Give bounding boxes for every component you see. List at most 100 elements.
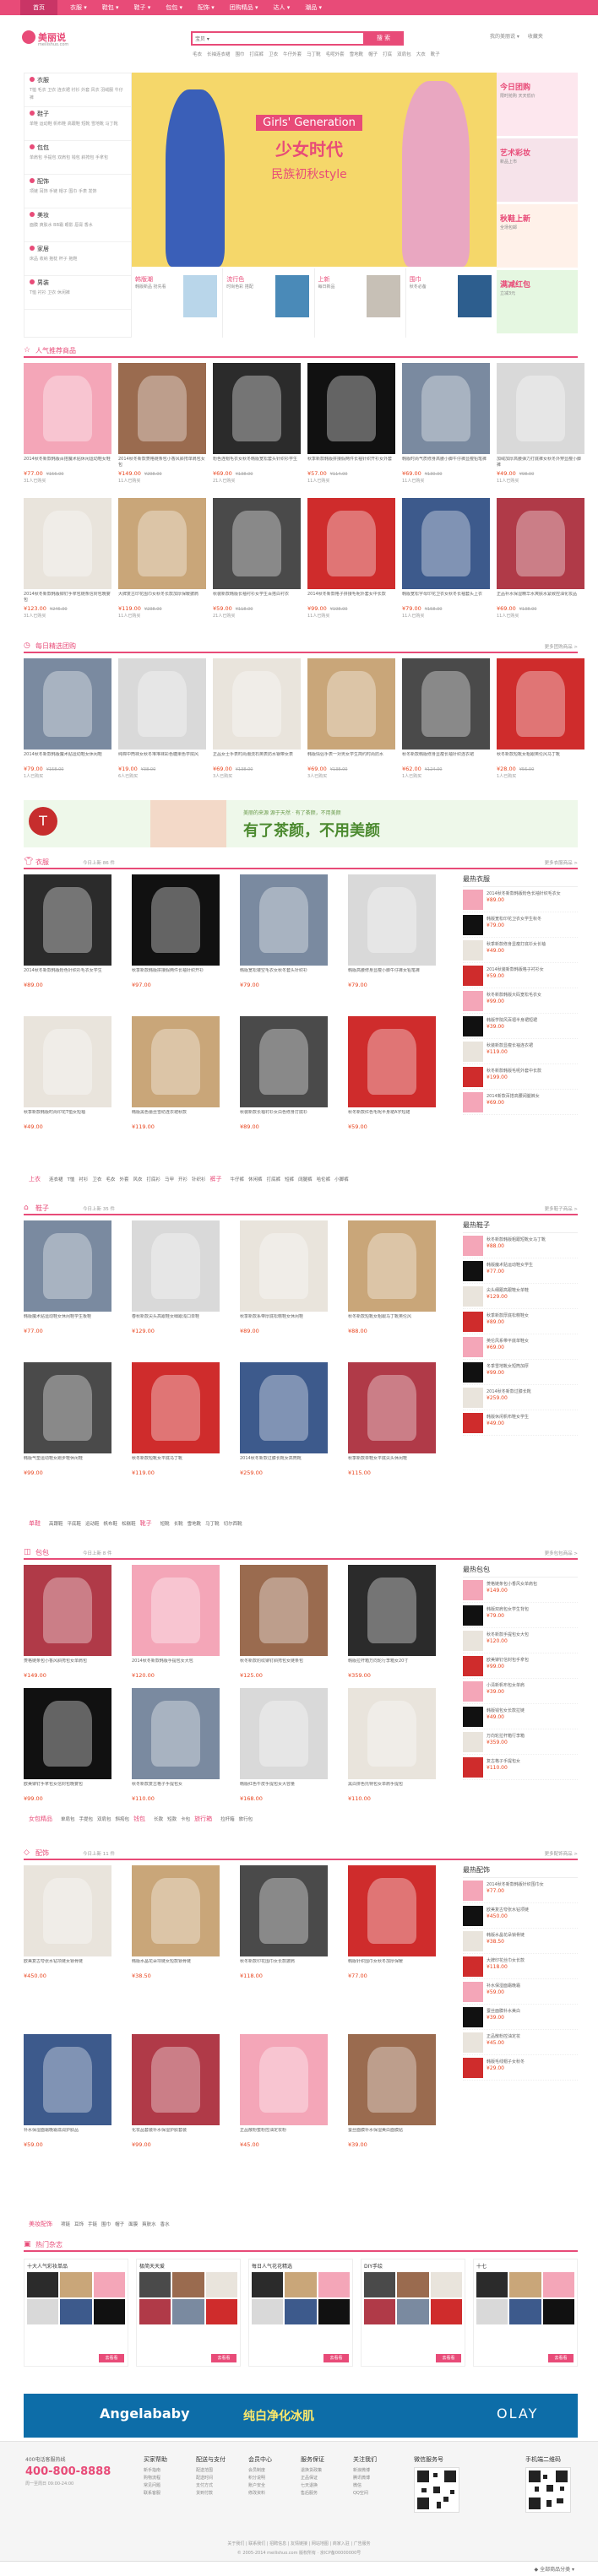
rank-item[interactable]: 欧美铆钉信封包手拿包 ¥99.00	[463, 1653, 578, 1679]
product-card[interactable]: 秋季新款韩版拼接假两件长袖针织开衫女外套 ¥57.00 ¥114.00 11人已购买	[307, 363, 395, 484]
product-card[interactable]: 秋冬新款印花围巾女长款披肩 ¥118.00	[240, 1865, 328, 1979]
product-card[interactable]: 正品散粉蜜粉控油定妆粉 ¥45.00	[240, 2034, 328, 2148]
category-item[interactable]: 包包 单肩包 手提包 双肩包 钱包 斜挎包 手拿包	[24, 141, 131, 175]
footer-link[interactable]: 账户安全	[248, 2482, 299, 2490]
nav-home[interactable]: 首页	[20, 0, 57, 15]
rank-item[interactable]: 秋冬新款手提包女大包 ¥120.00	[463, 1628, 578, 1653]
nav-item[interactable]: 达人 ▾	[266, 0, 298, 15]
product-card[interactable]: 秋季新款韩版拼接假两件长袖针织开衫 ¥97.00	[132, 874, 220, 988]
footer-link[interactable]: 支付方式	[196, 2482, 247, 2490]
sublink[interactable]: 卡包	[181, 1817, 190, 1822]
product-card[interactable]: 韩版红色牛皮手提包女大容量 ¥168.00	[240, 1688, 328, 1802]
footer-link[interactable]: 退换货政策	[301, 2467, 351, 2475]
product-card[interactable]: 2014秋冬新款过膝长靴女高筒靴 ¥259.00	[240, 1362, 328, 1476]
site-logo[interactable]: 美丽说 meilishuo.com	[22, 29, 73, 49]
product-card[interactable]: 秋冬新款韩版修身显瘦长袖针织连衣裙 ¥62.00 ¥124.00 1人已购买	[402, 658, 490, 779]
sublink[interactable]: 马甲	[165, 1177, 174, 1182]
sublink[interactable]: 哈伦裤	[317, 1177, 331, 1182]
hot-word-link[interactable]: 毛衣	[193, 52, 202, 57]
hot-word-link[interactable]: 卫衣	[269, 52, 278, 57]
category-sub-links[interactable]: 单鞋 运动鞋 帆布鞋 高跟鞋 短靴 雪地靴 马丁靴	[30, 121, 126, 128]
hot-word-link[interactable]: 围巾	[236, 52, 245, 57]
sublink[interactable]: 马丁靴	[205, 1522, 220, 1527]
product-card[interactable]: 秋冬新款短靴女平底马丁靴 ¥119.00	[132, 1362, 220, 1476]
rank-item[interactable]: 欧美复古夸张水钻项链 ¥450.00	[463, 1903, 578, 1929]
footer-link[interactable]: 售后服务	[301, 2490, 351, 2498]
rank-item[interactable]: 2014秋装新款韩版格子衬衫女 ¥59.00	[463, 963, 578, 988]
magazine-button[interactable]: 去看看	[211, 2354, 236, 2362]
hot-word-link[interactable]: 打底	[383, 52, 392, 57]
sublink[interactable]: 项链	[61, 2222, 70, 2227]
rank-item[interactable]: 秋冬新款韩版粗跟短靴女马丁靴 ¥88.00	[463, 1233, 578, 1258]
sublinks-heading[interactable]: 靴子	[140, 1520, 152, 1527]
rank-item[interactable]: 补水保湿面霜晚霜 ¥59.00	[463, 1979, 578, 2005]
main-banner[interactable]: Girls' Generation 少女时代 民族初秋style	[132, 73, 497, 267]
promo-item[interactable]: 围巾 秋冬必备	[405, 268, 497, 338]
magazine-card[interactable]: 十大人气彩妆单品 去看看	[24, 2259, 128, 2367]
my-account-link[interactable]: 我的美丽说 ▾	[490, 34, 519, 40]
side-ad[interactable]: 满减红包 立减3元	[497, 270, 578, 333]
sublinks-heading[interactable]: 上衣	[29, 1176, 41, 1182]
hot-word-link[interactable]: 毛呢外套	[326, 52, 345, 57]
product-card[interactable]: 大牌复古印花围巾女秋冬长款加厚保暖披肩 ¥119.00 ¥238.00 11人已购买	[118, 498, 206, 619]
rank-item[interactable]: 韩版学院风百褶半身裙短裙 ¥39.00	[463, 1014, 578, 1039]
footer-link[interactable]: QQ空间	[353, 2490, 404, 2498]
sublink[interactable]: T恤	[68, 1177, 75, 1182]
magazine-button[interactable]: 去看看	[323, 2354, 349, 2362]
more-link[interactable]: 更多衣服商品 >	[545, 859, 578, 866]
product-card[interactable]: 秋冬新款红色毛呢半身裙A字短裙 ¥59.00	[348, 1016, 436, 1130]
sublink[interactable]: 拉杆箱	[220, 1817, 235, 1822]
sublink[interactable]: 高跟鞋	[49, 1522, 63, 1527]
footer-link[interactable]: 购物流程	[144, 2475, 194, 2482]
category-item[interactable]: 衣服 T恤 毛衣 卫衣 连衣裙 衬衫 外套 风衣 羽绒服 牛仔裤	[24, 73, 131, 107]
product-card[interactable]: 秋季新款韩版时尚印花T恤女短袖 ¥49.00	[24, 1016, 111, 1130]
product-card[interactable]: 韩版高腰修身显瘦小脚牛仔裤女铅笔裤 ¥79.00	[348, 874, 436, 988]
side-ad[interactable]: 艺术彩妆 新品上市	[497, 138, 578, 202]
sublink[interactable]: 耳饰	[74, 2222, 84, 2227]
footer-link[interactable]: 会员制度	[248, 2467, 299, 2475]
sublink[interactable]: 手链	[88, 2222, 97, 2227]
rank-item[interactable]: 2014秋冬新款韩版粉色长袖针织毛衣女 ¥89.00	[463, 887, 578, 912]
sublink[interactable]: 衬衫	[79, 1177, 88, 1182]
footer-link[interactable]: 修改资料	[248, 2490, 299, 2498]
sublink[interactable]: 帆布鞋	[104, 1522, 118, 1527]
rank-item[interactable]: 2014新款百搭高腰阔腿裤女 ¥69.00	[463, 1090, 578, 1115]
more-link[interactable]: 更多包包商品 >	[545, 1550, 578, 1556]
footer-link[interactable]: 正品保证	[301, 2475, 351, 2482]
product-card[interactable]: 欧美铆钉手拿包女信封包晚宴包 ¥99.00	[24, 1688, 111, 1802]
sublinks-heading[interactable]: 单鞋	[29, 1520, 41, 1527]
sublink[interactable]: 雪地靴	[188, 1522, 202, 1527]
magazine-card[interactable]: DIY手绘 去看看	[361, 2259, 465, 2367]
product-card[interactable]: 韩版水晶花朵项链女短款锁骨链 ¥38.50	[132, 1865, 220, 1979]
nav-item[interactable]: 潮品 ▾	[297, 0, 329, 15]
magazine-button[interactable]: 去看看	[99, 2354, 124, 2362]
nav-item[interactable]: 配饰 ▾	[190, 0, 222, 15]
product-card[interactable]: 韩版魔术贴运动鞋女休闲鞋学生板鞋 ¥77.00	[24, 1220, 111, 1334]
product-card[interactable]: 纯棉中筒袜女秋冬堆堆袜彩色糖果色学院风 ¥19.00 ¥38.00 6人已购买	[118, 658, 206, 779]
product-card[interactable]: 韩版气垫运动鞋女跑步鞋休闲鞋 ¥99.00	[24, 1362, 111, 1476]
sublink[interactable]: 双肩包	[97, 1817, 111, 1822]
sublink[interactable]: 面膜	[128, 2222, 138, 2227]
rank-item[interactable]: 大牌印花丝巾女长款 ¥118.00	[463, 1954, 578, 1979]
hot-word-link[interactable]: 大衣	[416, 52, 426, 57]
hot-word-link[interactable]: 长袖连衣裙	[207, 52, 231, 57]
tea-ad-banner[interactable]: T 美丽的来源 源于天然 · 有了茶颜，不用美颜 有了茶颜，不用美颜	[24, 800, 578, 847]
category-item[interactable]: 美妆 面膜 爽肤水 BB霜 眼影 唇膏 香水	[24, 208, 131, 242]
promo-item[interactable]: 上新 每日新品	[314, 268, 406, 338]
rank-item[interactable]: 万向轮拉杆箱行李箱 ¥359.00	[463, 1729, 578, 1755]
product-card[interactable]: 粉色连帽毛衣女秋冬韩版宽松套头针织衫学生 ¥69.00 ¥138.00 21人已购买	[213, 363, 301, 484]
sublink[interactable]: 帽子	[115, 2222, 124, 2227]
sublink[interactable]: 爽肤水	[142, 2222, 156, 2227]
category-item[interactable]: 男装 T恤 衬衫 卫衣 休闲裤	[24, 276, 131, 310]
product-card[interactable]: 菱格链条包小香风斜挎包女单肩包 ¥149.00	[24, 1565, 111, 1679]
sublink[interactable]: 毛衣	[106, 1177, 115, 1182]
product-card[interactable]: 蚕丝面膜补水保湿美白面膜贴 ¥39.00	[348, 2034, 436, 2148]
sublink[interactable]: 卫衣	[92, 1177, 101, 1182]
sublink[interactable]: 香水	[160, 2222, 170, 2227]
nav-item[interactable]: 鞋子 ▾	[127, 0, 159, 15]
sublink[interactable]: 外套	[119, 1177, 128, 1182]
product-card[interactable]: 2014秋冬新款菱格链条包小香风斜挎单肩包女包 ¥149.00 ¥298.00 11人…	[118, 363, 206, 484]
search-type-select[interactable]: 宝贝 ▾	[195, 35, 209, 42]
hot-word-link[interactable]: 马丁靴	[307, 52, 321, 57]
nav-item[interactable]: 衣服 ▾	[63, 0, 95, 15]
